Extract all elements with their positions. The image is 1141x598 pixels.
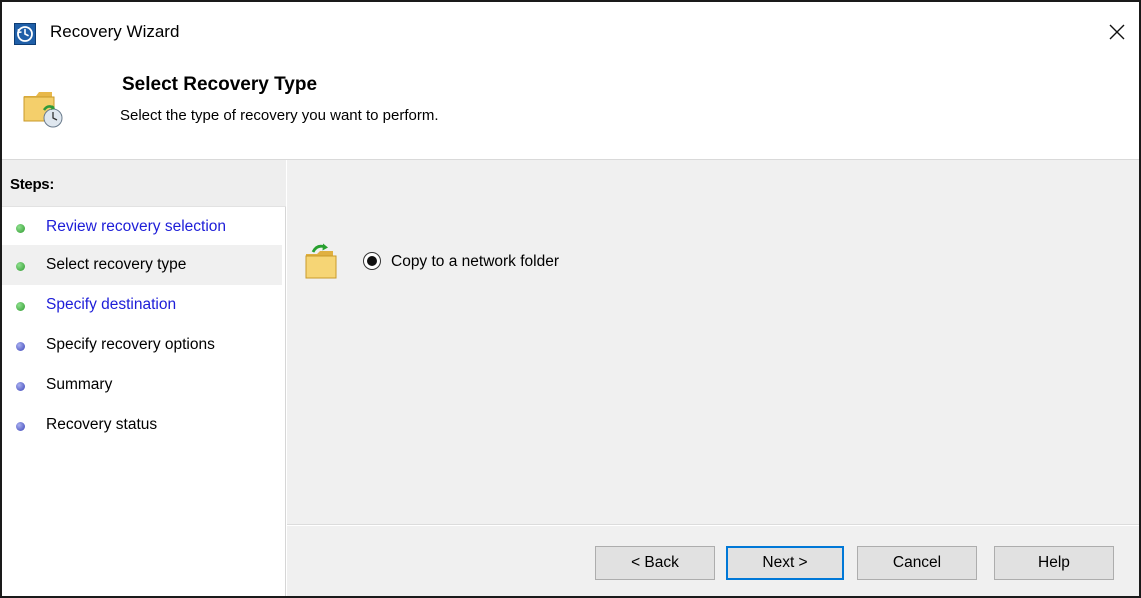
wizard-footer: < Back Next > Cancel Help — [287, 526, 1139, 596]
step-summary: Summary — [2, 365, 282, 405]
step-status-dot — [16, 224, 25, 233]
title-bar: Recovery Wizard — [2, 2, 1139, 62]
step-label: Specify recovery options — [46, 336, 215, 353]
close-icon[interactable] — [1099, 14, 1135, 50]
page-subtitle: Select the type of recovery you want to … — [120, 107, 439, 124]
recovery-wizard-window: Recovery Wizard Select Recovery Type Sel… — [0, 0, 1141, 598]
page-title: Select Recovery Type — [122, 74, 318, 95]
next-button[interactable]: Next > — [726, 546, 844, 580]
window-title: Recovery Wizard — [50, 22, 180, 41]
help-button[interactable]: Help — [994, 546, 1114, 580]
recovery-type-content: Copy to a network folder — [287, 160, 1139, 526]
step-status-dot — [16, 382, 25, 391]
step-status-dot — [16, 262, 25, 271]
step-status-dot — [16, 342, 25, 351]
folder-recovery-icon — [23, 92, 63, 128]
step-recovery-status: Recovery status — [2, 405, 282, 445]
radio-selected-dot — [367, 256, 377, 266]
wizard-header: Select Recovery Type Select the type of … — [2, 62, 1139, 159]
step-label: Summary — [46, 376, 113, 393]
step-label[interactable]: Specify destination — [46, 296, 176, 314]
back-button[interactable]: < Back — [595, 546, 715, 580]
step-label: Recovery status — [46, 416, 158, 433]
step-status-dot — [16, 302, 25, 311]
step-status-dot — [16, 422, 25, 431]
steps-heading: Steps: — [10, 176, 55, 193]
steps-panel: Steps: Review recovery selection Select … — [2, 160, 286, 596]
backup-clock-icon — [14, 23, 36, 45]
copy-to-network-folder-label[interactable]: Copy to a network folder — [391, 253, 559, 271]
copy-to-network-folder-radio[interactable] — [363, 252, 381, 270]
step-review-recovery-selection[interactable]: Review recovery selection — [2, 207, 282, 247]
cancel-button[interactable]: Cancel — [857, 546, 977, 580]
step-specify-destination[interactable]: Specify destination — [2, 285, 282, 325]
step-label: Select recovery type — [46, 256, 187, 273]
steps-header: Steps: — [2, 160, 286, 207]
step-label[interactable]: Review recovery selection — [46, 218, 226, 236]
step-specify-recovery-options: Specify recovery options — [2, 325, 282, 365]
step-select-recovery-type: Select recovery type — [2, 245, 282, 285]
network-folder-icon — [305, 243, 337, 279]
